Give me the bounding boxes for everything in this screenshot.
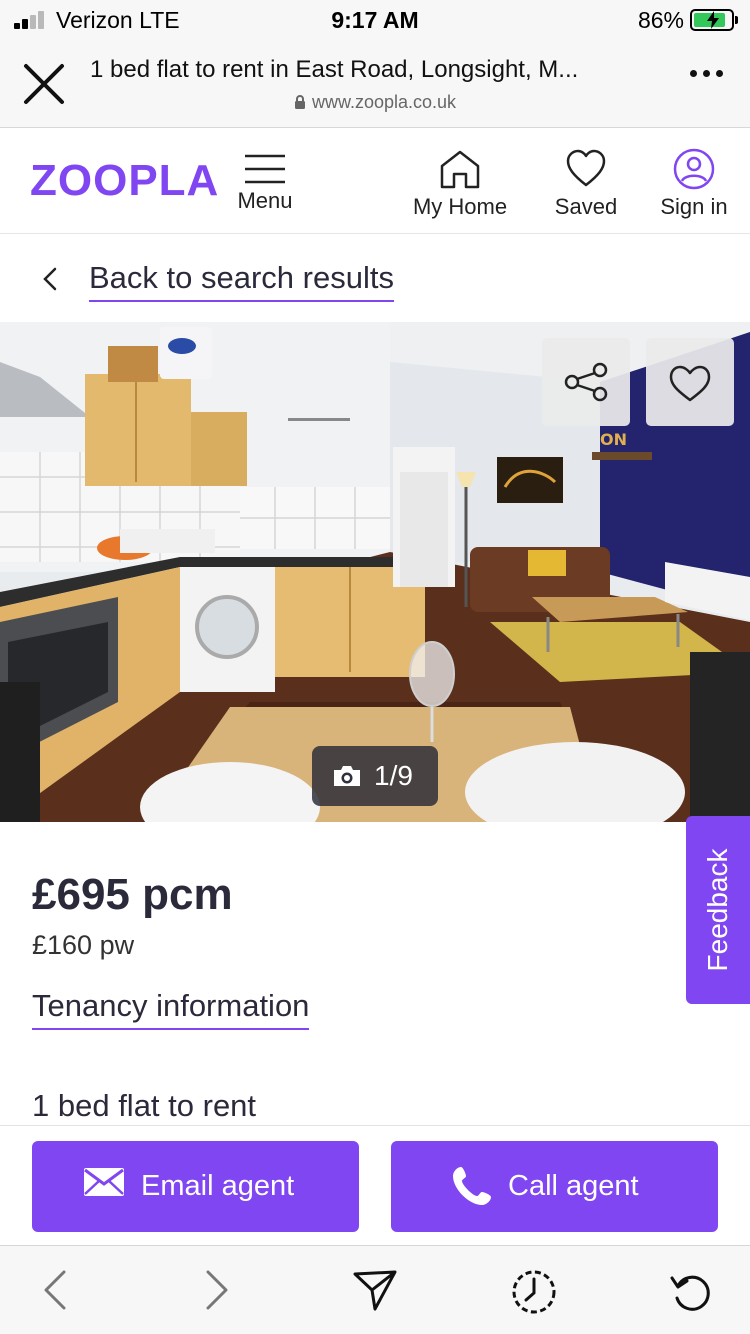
save-property-button[interactable] (646, 338, 734, 426)
more-options-icon[interactable] (690, 70, 724, 80)
saved-label: Saved (554, 194, 618, 219)
browser-page-title: 1 bed flat to rent in East Road, Longsig… (90, 56, 579, 83)
lock-icon (294, 95, 305, 109)
my-home-button[interactable]: My Home (400, 148, 520, 220)
back-icon[interactable] (40, 1268, 70, 1312)
heart-icon (669, 365, 711, 402)
phone-icon (453, 1167, 491, 1205)
call-agent-button[interactable]: Call agent (391, 1141, 718, 1232)
site-header: ZOOPLA Menu My Home Saved Sign in (0, 128, 750, 234)
my-home-label: My Home (412, 194, 508, 219)
back-navigation: Back to search results (0, 234, 750, 322)
battery-icon (690, 9, 738, 31)
browser-header: 1 bed flat to rent in East Road, Longsig… (0, 40, 750, 128)
heart-icon (566, 149, 606, 187)
back-to-search-link[interactable]: Back to search results (89, 260, 394, 302)
history-icon[interactable] (510, 1268, 558, 1316)
forward-icon[interactable] (202, 1268, 232, 1312)
property-photo[interactable]: ON 1/9 (0, 322, 750, 822)
share-button[interactable] (542, 338, 630, 426)
sign-in-button[interactable]: Sign in (652, 148, 736, 220)
chevron-left-icon[interactable] (40, 266, 60, 292)
listing-title: 1 bed flat to rent (32, 1088, 257, 1123)
url-text: www.zoopla.co.uk (311, 92, 457, 112)
status-bar: Verizon LTE 9:17 AM 86% (0, 0, 750, 40)
sign-in-label: Sign in (660, 194, 728, 219)
price-pw: £160 pw (32, 930, 135, 960)
zoopla-logo[interactable]: ZOOPLA (30, 156, 219, 206)
photo-count: 1/9 (374, 760, 413, 791)
menu-icon (245, 154, 285, 184)
share-icon (564, 362, 608, 402)
photo-counter[interactable]: 1/9 (312, 746, 438, 806)
menu-label: Menu (237, 188, 293, 213)
menu-button[interactable]: Menu (230, 154, 300, 214)
feedback-tab[interactable]: Feedback (686, 816, 750, 1004)
contact-action-bar: Email agent Call agent (0, 1125, 750, 1245)
home-icon (440, 150, 480, 189)
user-icon (673, 148, 715, 190)
price-pcm: £695 pcm (32, 870, 233, 919)
tenancy-information-link[interactable]: Tenancy information (32, 988, 310, 1030)
call-agent-label: Call agent (508, 1170, 639, 1202)
reload-icon[interactable] (668, 1268, 716, 1316)
feedback-label: Feedback (702, 848, 733, 972)
svg-text:ON: ON (600, 430, 627, 449)
battery-percent: 86% (637, 7, 684, 33)
charging-bolt-icon (707, 11, 719, 29)
send-icon[interactable] (352, 1268, 398, 1312)
url-bar[interactable]: www.zoopla.co.uk (0, 92, 750, 113)
email-icon (84, 1168, 124, 1196)
email-agent-button[interactable]: Email agent (32, 1141, 359, 1232)
camera-icon (334, 766, 360, 786)
email-agent-label: Email agent (141, 1170, 295, 1202)
saved-button[interactable]: Saved (545, 148, 627, 220)
browser-toolbar (0, 1245, 750, 1334)
